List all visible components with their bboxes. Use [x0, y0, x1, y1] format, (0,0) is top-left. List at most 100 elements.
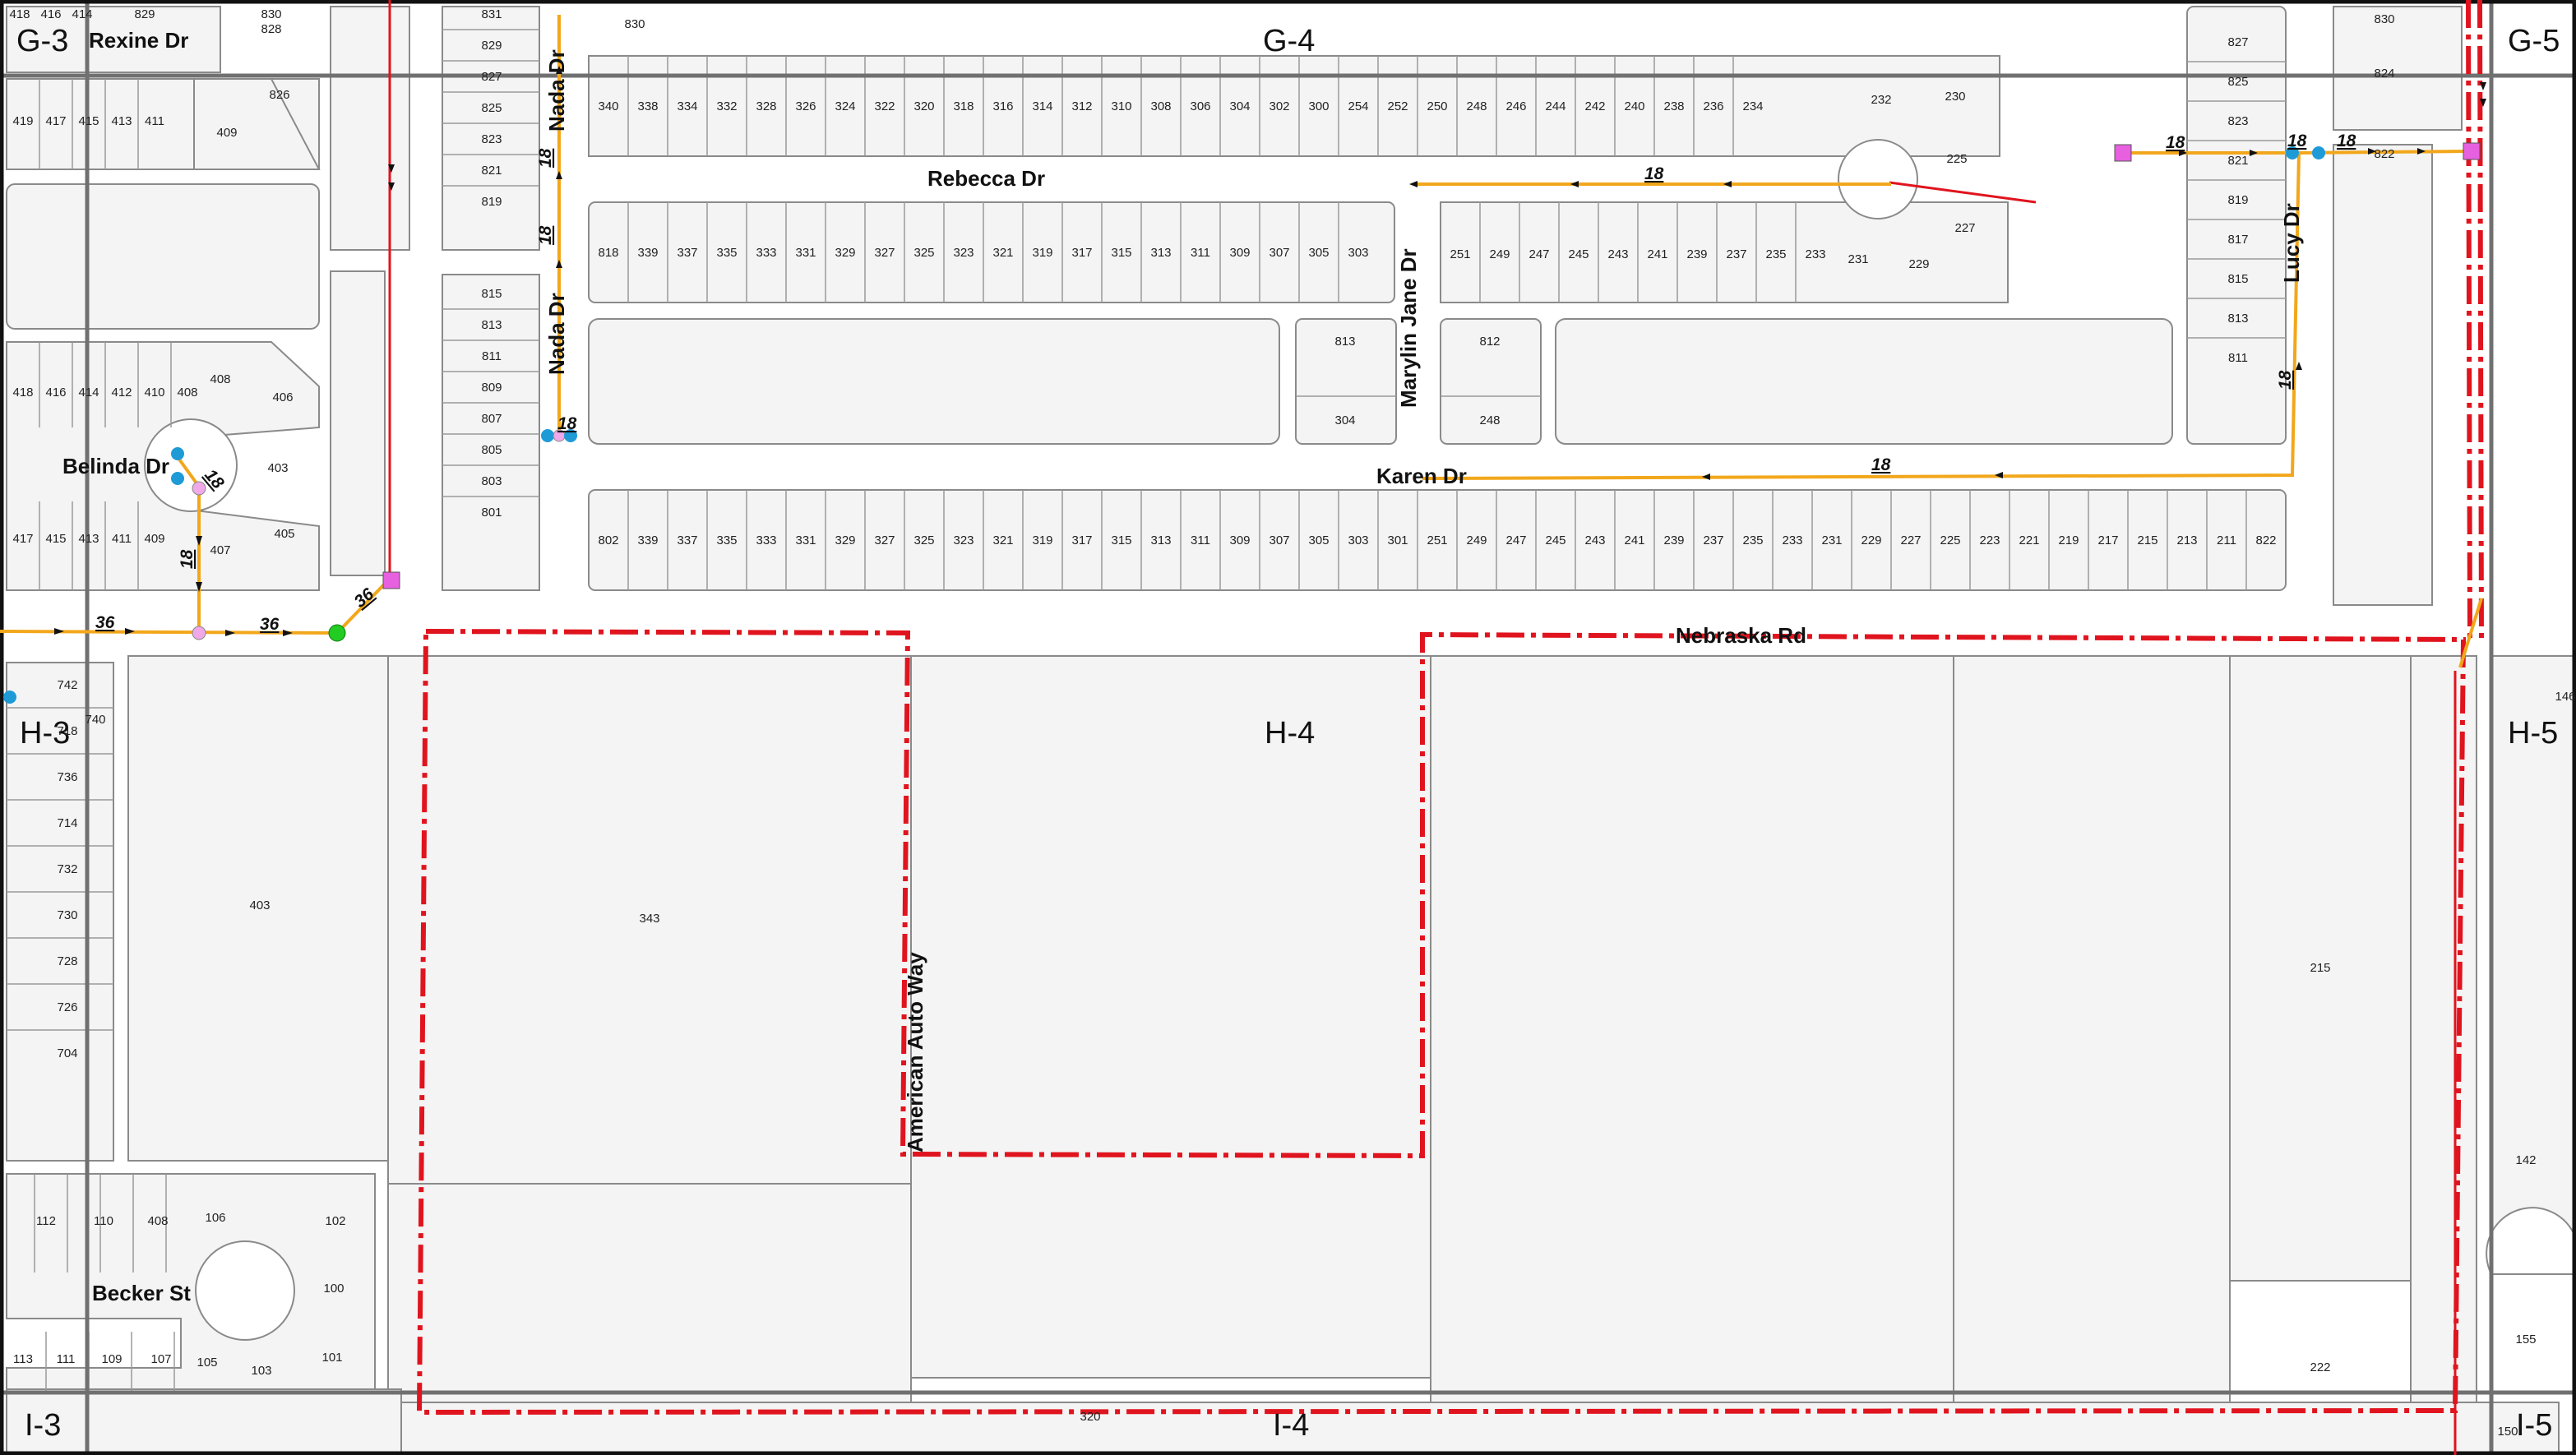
lot-number: 406 — [272, 390, 293, 404]
lot-number: 240 — [1624, 99, 1644, 113]
lot-number: 252 — [1387, 99, 1408, 113]
parcel-block — [1555, 318, 2173, 445]
lot-number: 239 — [1663, 534, 1684, 547]
lot-number: 418 — [9, 7, 30, 21]
parcel-block — [2410, 655, 2477, 1454]
lot-number: 320 — [913, 99, 934, 113]
parcel-block — [330, 270, 386, 576]
lot-number: 730 — [57, 908, 77, 922]
lot-number: 142 — [2515, 1153, 2536, 1167]
lot-number: 809 — [481, 381, 502, 395]
lot-number: 248 — [1466, 99, 1487, 113]
street-label-nada-upper: Nada Dr — [544, 49, 569, 132]
lot-number: 249 — [1489, 247, 1510, 261]
stop-marker-blue — [171, 472, 184, 485]
lot-number: 827 — [481, 70, 502, 84]
lot-number: 237 — [1726, 247, 1746, 261]
lot-number: 740 — [85, 713, 105, 727]
lot-number: 251 — [1450, 247, 1470, 261]
lot-number: 233 — [1805, 247, 1825, 261]
grid-label-g4: G-4 — [1263, 24, 1315, 58]
lot-number: 335 — [716, 534, 737, 547]
lot-number: 309 — [1229, 246, 1250, 260]
lot-number: 405 — [274, 527, 294, 541]
lot-number: 408 — [210, 372, 230, 386]
route-number-18: 18 — [536, 225, 555, 245]
lot-number: 824 — [2374, 67, 2394, 81]
lot-number: 251 — [1427, 534, 1447, 547]
lot-number: 331 — [795, 246, 816, 260]
lot-number: 819 — [2227, 193, 2248, 207]
lot-number: 821 — [481, 164, 502, 178]
grid-label-i4: I-4 — [1273, 1408, 1309, 1443]
street-label-becker: Becker St — [92, 1281, 191, 1305]
lot-number: 817 — [2227, 233, 2248, 247]
lot-number: 225 — [1946, 152, 1967, 166]
lot-number: 315 — [1111, 534, 1131, 547]
lot-number: 333 — [756, 534, 776, 547]
lot-number: 229 — [1908, 257, 1929, 271]
route-number-18: 18 — [2287, 132, 2307, 150]
stop-marker-magenta — [382, 571, 400, 589]
rebecca-cul-de-sac — [1838, 139, 1918, 219]
lot-number: 821 — [2227, 154, 2248, 168]
lot-number: 822 — [2374, 147, 2394, 161]
lot-number: 340 — [598, 99, 618, 113]
lot-number: 305 — [1308, 534, 1329, 547]
lot-number: 155 — [2515, 1333, 2536, 1346]
lot-number: 408 — [147, 1214, 168, 1228]
lot-number: 417 — [45, 114, 66, 128]
stop-marker-magenta — [2463, 142, 2481, 160]
lot-number: 103 — [251, 1364, 271, 1378]
lot-number: 305 — [1308, 246, 1329, 260]
lot-number: 728 — [57, 954, 77, 968]
parcel-block — [2186, 6, 2287, 445]
lot-number: 250 — [1427, 99, 1447, 113]
stop-marker-pink — [192, 626, 206, 640]
lot-number: 320 — [1080, 1410, 1100, 1424]
lot-number: 307 — [1269, 246, 1289, 260]
lot-number: 413 — [78, 532, 99, 546]
street-label-american-auto-way: American Auto Way — [903, 952, 927, 1152]
lot-number: 219 — [2058, 534, 2079, 547]
lot-number: 314 — [1032, 99, 1052, 113]
street-label-nada-lower: Nada Dr — [544, 293, 569, 375]
lot-number: 321 — [992, 246, 1013, 260]
lot-number: 106 — [205, 1211, 225, 1225]
parcel-block — [6, 183, 320, 330]
lot-number: 331 — [795, 534, 816, 547]
lot-number: 333 — [756, 246, 776, 260]
lot-number: 146 — [2555, 690, 2575, 704]
grid-label-h4: H-4 — [1265, 716, 1315, 751]
parcel-block — [6, 1388, 402, 1455]
parcel-block — [588, 318, 1280, 445]
stop-marker-blue — [2312, 146, 2325, 159]
lot-number: 332 — [716, 99, 737, 113]
lot-number: 826 — [269, 88, 289, 102]
lot-number: 321 — [992, 534, 1013, 547]
grid-label-g5: G-5 — [2508, 24, 2560, 58]
lot-number: 819 — [481, 195, 502, 209]
lot-number: 316 — [992, 99, 1013, 113]
lot-number: 704 — [57, 1046, 77, 1060]
lot-number: 215 — [2137, 534, 2157, 547]
lot-number: 413 — [111, 114, 132, 128]
lot-number: 831 — [481, 7, 502, 21]
lot-number: 827 — [2227, 35, 2248, 49]
lot-number: 403 — [267, 461, 288, 475]
lot-number: 150 — [2497, 1425, 2518, 1439]
lot-number: 217 — [2097, 534, 2118, 547]
street-label-marylin: Marylin Jane Dr — [1396, 248, 1421, 408]
lot-number: 343 — [639, 912, 659, 926]
lot-number: 222 — [2310, 1360, 2330, 1374]
lot-number: 231 — [1821, 534, 1842, 547]
lot-number: 409 — [144, 532, 164, 546]
parcel-block — [2333, 144, 2433, 606]
map-canvas[interactable]: G-3 G-4 G-5 H-3 H-4 H-5 I-3 I-4 I-5 Rexi… — [0, 0, 2576, 1455]
lot-number: 317 — [1071, 534, 1092, 547]
lot-number: 337 — [677, 246, 697, 260]
lot-number: 339 — [637, 246, 658, 260]
lot-number: 325 — [913, 534, 934, 547]
lot-number: 232 — [1871, 93, 1891, 107]
lot-number: 313 — [1150, 534, 1171, 547]
